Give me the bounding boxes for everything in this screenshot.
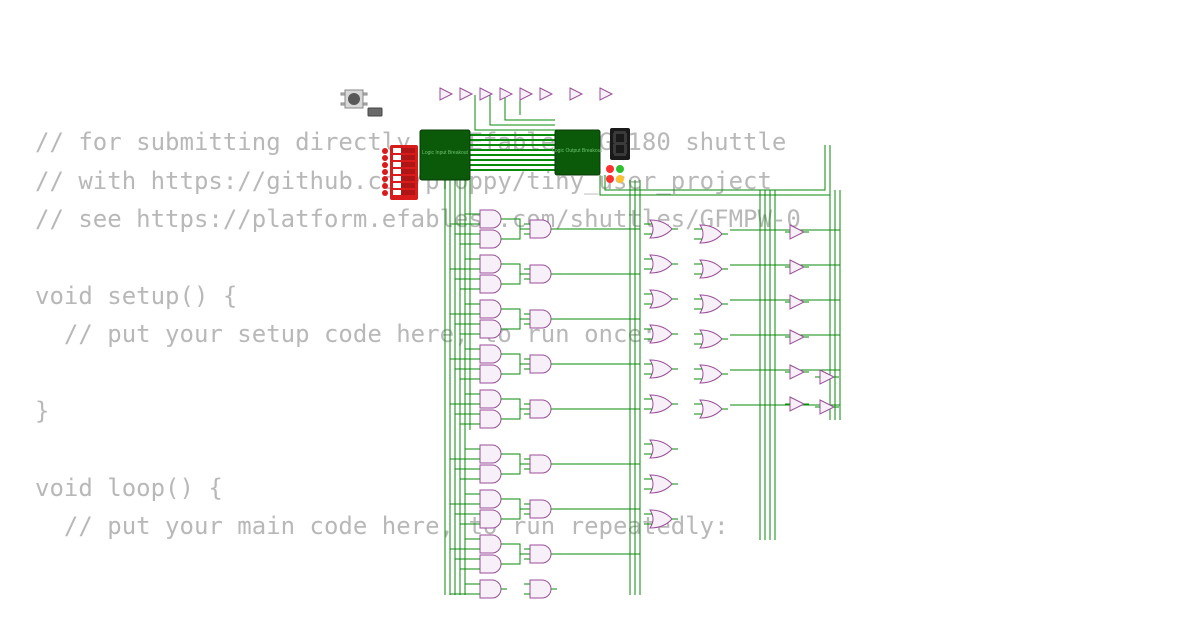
breakout-label: Logic Output Breakout [552, 148, 602, 154]
gate-col-4 [694, 225, 728, 418]
gate-col-3 [644, 220, 678, 528]
breakout-label: Logic Input Breakout [422, 150, 468, 156]
top-buffers [440, 88, 612, 100]
gate-col-1 [474, 210, 507, 598]
ic-chip [368, 108, 382, 116]
pushbutton[interactable] [341, 90, 367, 108]
output-breakout[interactable]: Logic Output Breakout [552, 130, 602, 175]
gate-array [450, 210, 839, 598]
dip-switch[interactable] [390, 145, 418, 200]
output-buffers [785, 225, 839, 414]
seven-segment [610, 128, 630, 160]
schematic-diagram: Logic Input Breakout Logic Output Breako… [0, 0, 1200, 630]
dip-switch-pins [382, 148, 388, 196]
wire-bus [445, 95, 840, 595]
status-leds [606, 165, 624, 183]
input-breakout[interactable]: Logic Input Breakout [420, 130, 470, 180]
